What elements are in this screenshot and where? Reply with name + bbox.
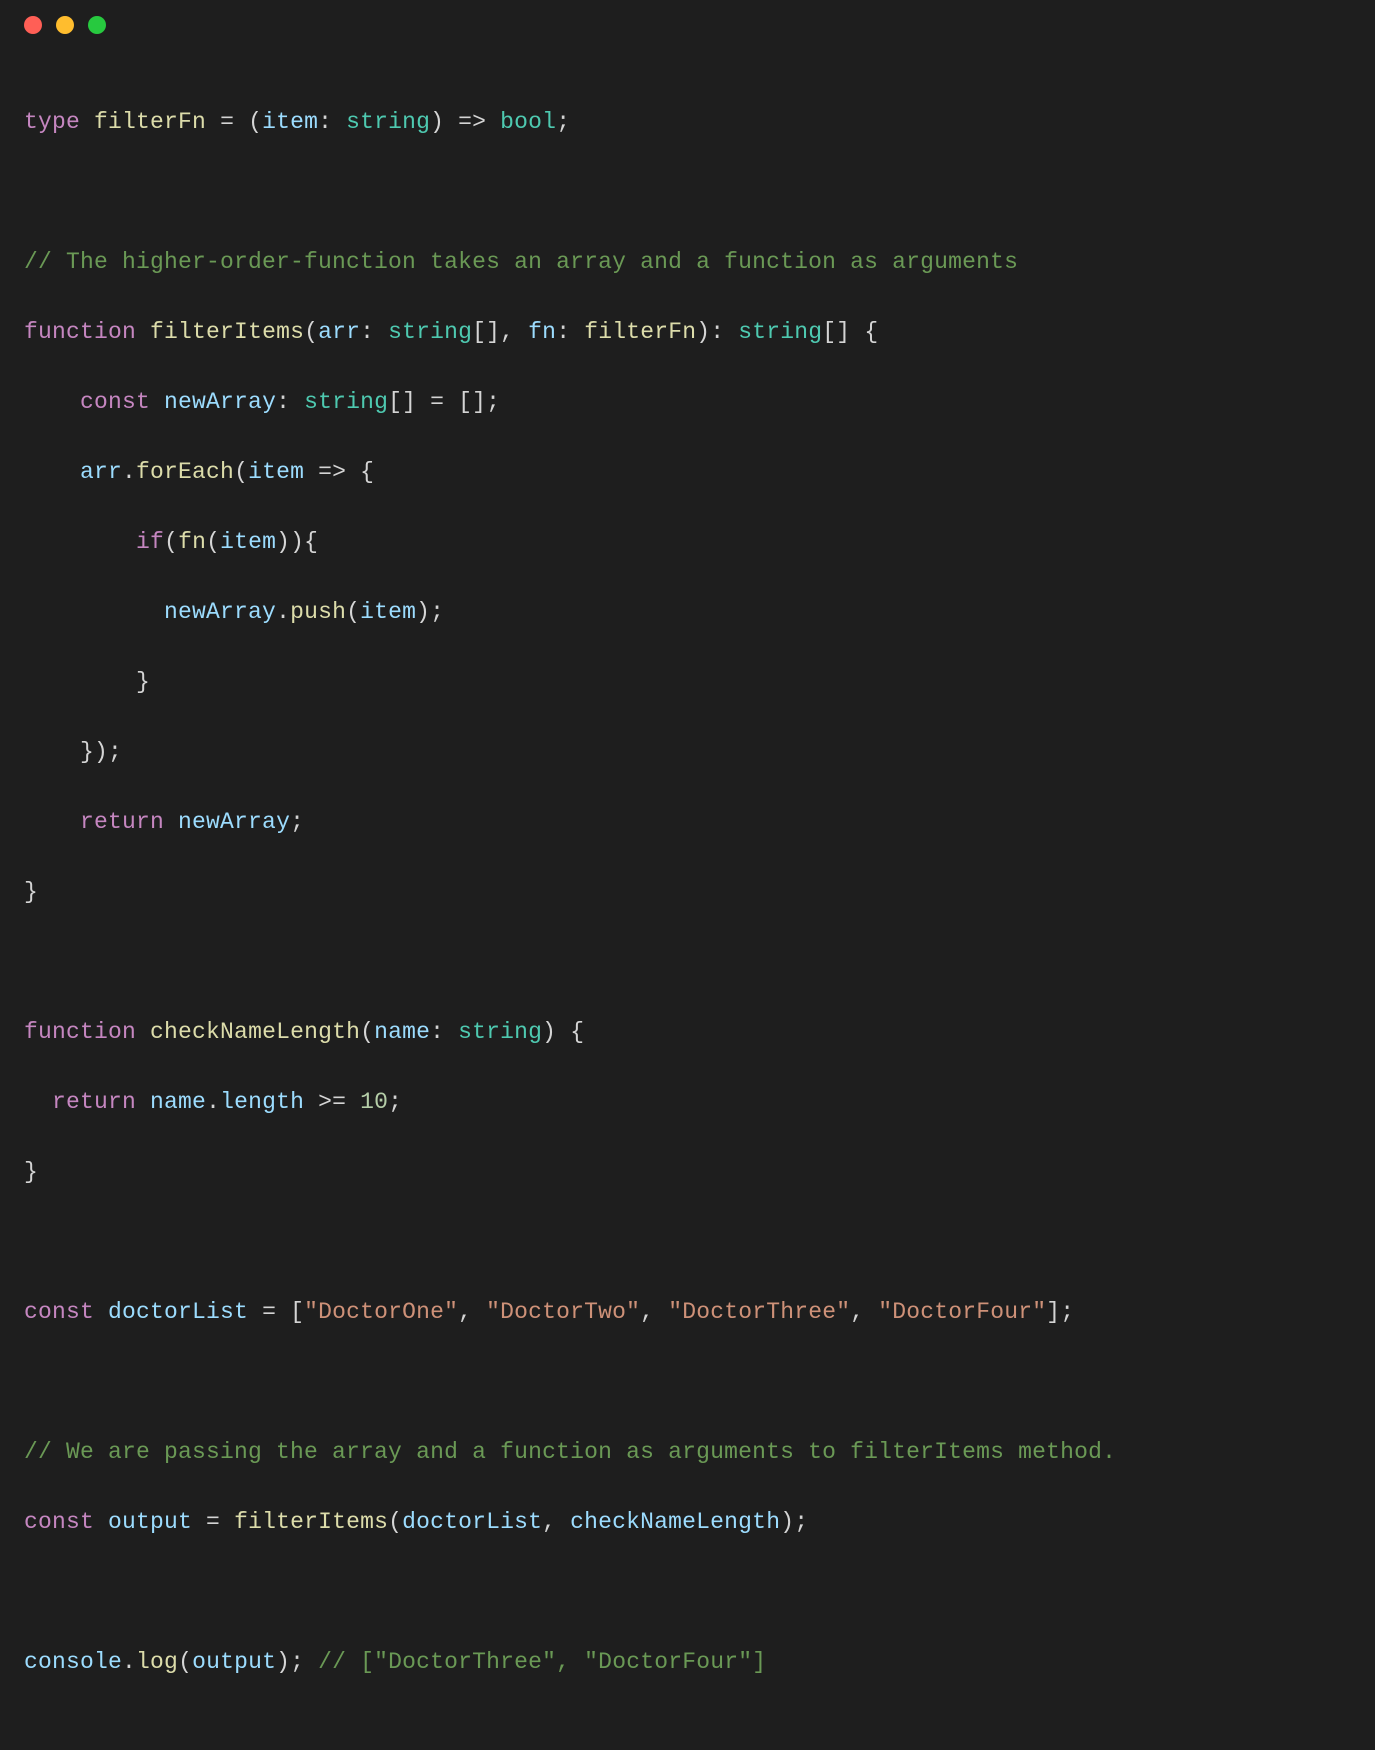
blank-line	[24, 175, 1351, 210]
keyword-const: const	[80, 389, 150, 415]
param-name: name	[374, 1019, 430, 1045]
code-editor[interactable]: type filterFn = (item: string) => bool; …	[0, 50, 1375, 1750]
method-log: log	[136, 1649, 178, 1675]
string-literal: "DoctorThree"	[668, 1299, 850, 1325]
minimize-icon[interactable]	[56, 16, 74, 34]
param-item: item	[262, 109, 318, 135]
keyword-if: if	[136, 529, 164, 555]
method-push: push	[290, 599, 346, 625]
keyword-type: type	[24, 109, 80, 135]
code-window: type filterFn = (item: string) => bool; …	[0, 0, 1375, 974]
code-line: console.log(output); // ["DoctorThree", …	[24, 1645, 1351, 1680]
blank-line	[24, 1575, 1351, 1610]
var-console: console	[24, 1649, 122, 1675]
number-10: 10	[360, 1089, 388, 1115]
zoom-icon[interactable]	[88, 16, 106, 34]
code-line: }	[24, 875, 1351, 910]
code-line: newArray.push(item);	[24, 595, 1351, 630]
string-literal: "DoctorTwo"	[486, 1299, 640, 1325]
var-newArray: newArray	[164, 389, 276, 415]
comment: // ["DoctorThree", "DoctorFour"]	[318, 1649, 766, 1675]
param-arr: arr	[318, 319, 360, 345]
comment: // The higher-order-function takes an ar…	[24, 249, 1018, 275]
code-line: arr.forEach(item => {	[24, 455, 1351, 490]
code-line: // The higher-order-function takes an ar…	[24, 245, 1351, 280]
close-icon[interactable]	[24, 16, 42, 34]
code-line: return name.length >= 10;	[24, 1085, 1351, 1120]
type-name: filterFn	[94, 109, 206, 135]
window-titlebar	[0, 0, 1375, 50]
code-line: });	[24, 735, 1351, 770]
blank-line	[24, 1225, 1351, 1260]
var-doctorList: doctorList	[108, 1299, 248, 1325]
type-string: string	[346, 109, 430, 135]
code-line: const newArray: string[] = [];	[24, 385, 1351, 420]
param-fn: fn	[528, 319, 556, 345]
code-line: type filterFn = (item: string) => bool;	[24, 105, 1351, 140]
prop-length: length	[220, 1089, 304, 1115]
fn-filterItems: filterItems	[150, 319, 304, 345]
code-line: const doctorList = ["DoctorOne", "Doctor…	[24, 1295, 1351, 1330]
type-bool: bool	[500, 109, 556, 135]
code-line: function checkNameLength(name: string) {	[24, 1015, 1351, 1050]
keyword-return: return	[80, 809, 164, 835]
string-literal: "DoctorFour"	[878, 1299, 1046, 1325]
fn-checkNameLength: checkNameLength	[150, 1019, 360, 1045]
code-line: return newArray;	[24, 805, 1351, 840]
code-line: // We are passing the array and a functi…	[24, 1435, 1351, 1470]
comment: // We are passing the array and a functi…	[24, 1439, 1116, 1465]
code-line: function filterItems(arr: string[], fn: …	[24, 315, 1351, 350]
code-line: if(fn(item)){	[24, 525, 1351, 560]
blank-line	[24, 1365, 1351, 1400]
var-output: output	[108, 1509, 192, 1535]
blank-line	[24, 945, 1351, 980]
code-line: }	[24, 665, 1351, 700]
code-line: const output = filterItems(doctorList, c…	[24, 1505, 1351, 1540]
code-line: }	[24, 1155, 1351, 1190]
string-literal: "DoctorOne"	[304, 1299, 458, 1325]
method-forEach: forEach	[136, 459, 234, 485]
keyword-function: function	[24, 319, 136, 345]
